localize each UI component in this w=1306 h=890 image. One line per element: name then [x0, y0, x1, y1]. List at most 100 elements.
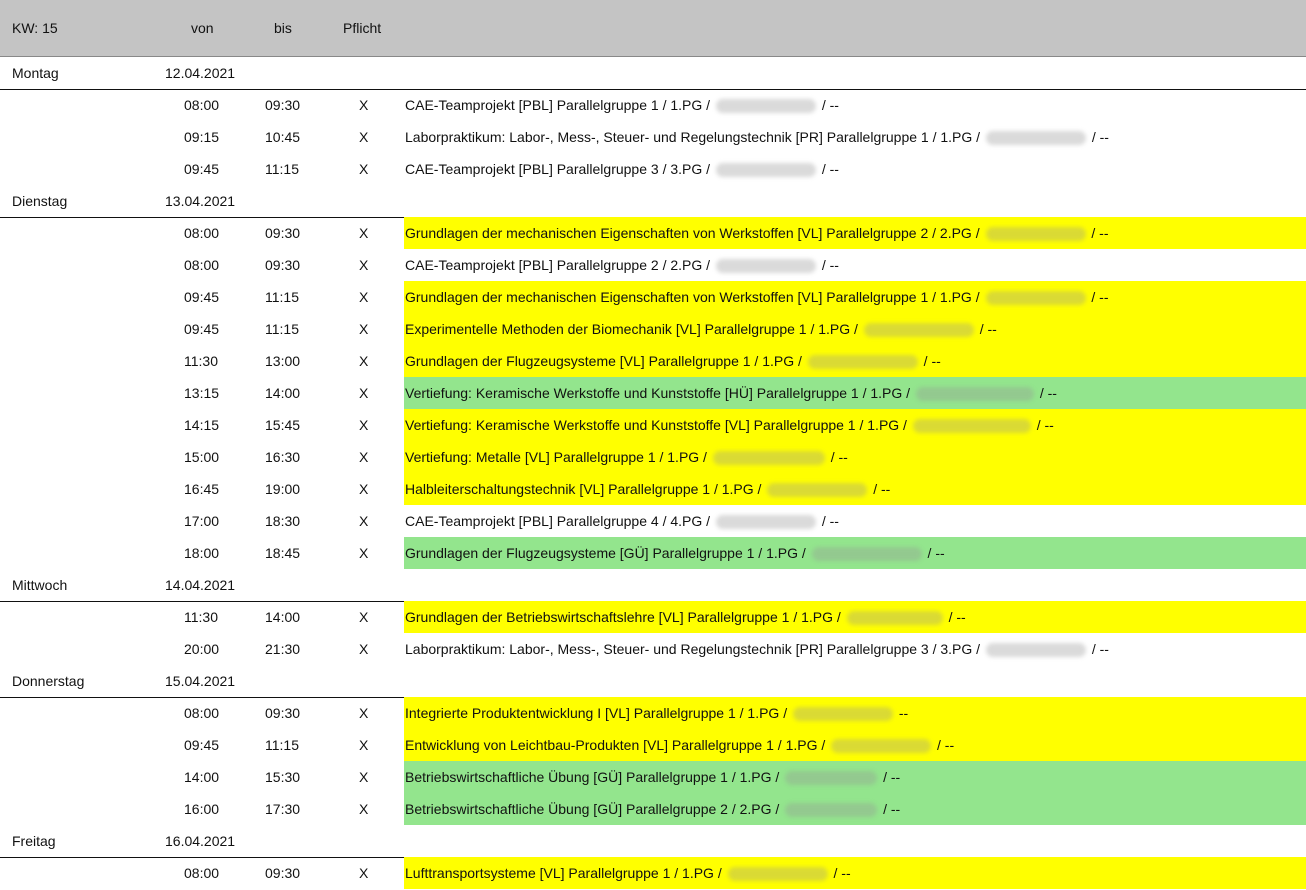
event-row: 11:30 14:00 X Grundlagen der Betriebswirtsc…	[0, 601, 1306, 633]
redacted-instructor-name	[985, 643, 1086, 658]
event-start-time: 17:00	[184, 513, 220, 529]
event-row: 18:00 18:45 X Grundlagen der Flugzeugsystem…	[0, 537, 1306, 569]
event-suffix: / --	[883, 769, 901, 785]
mandatory-mark: X	[359, 865, 369, 881]
event-end-time: 11:15	[265, 321, 299, 337]
event-description: Laborpraktikum: Labor-, Mess-, Steuer- u…	[404, 121, 1306, 153]
mandatory-mark: X	[359, 321, 369, 337]
event-start-time: 08:00	[184, 865, 220, 881]
day-name: Freitag	[12, 833, 56, 849]
event-start-time: 08:00	[184, 97, 220, 113]
mandatory-mark: X	[359, 769, 369, 785]
mandatory-mark: X	[359, 641, 369, 657]
event-start-time: 08:00	[184, 257, 220, 273]
event-start-time: 11:30	[184, 609, 218, 625]
event-suffix: / --	[1091, 129, 1109, 145]
event-suffix: / --	[927, 545, 945, 561]
event-description: Experimentelle Methoden der Biomechanik …	[404, 313, 1306, 345]
event-row: 08:00 09:30 X Lufttransportsysteme [VL] Par…	[0, 857, 1306, 889]
event-description: Vertiefung: Keramische Werkstoffe und Ku…	[404, 409, 1306, 441]
event-suffix: / --	[821, 161, 839, 177]
course-title: Betriebswirtschaftliche Übung [GÜ] Paral…	[405, 769, 780, 785]
mandatory-mark: X	[359, 353, 369, 369]
event-suffix: / --	[948, 609, 966, 625]
event-end-time: 11:15	[265, 289, 299, 305]
event-row: 09:15 10:45 X Laborpraktikum: Labor-, Mess-…	[0, 121, 1306, 153]
event-start-time: 09:15	[184, 129, 220, 145]
day-name: Donnerstag	[12, 673, 85, 689]
event-row: 17:00 18:30 X CAE-Teamprojekt [PBL] Paralle…	[0, 505, 1306, 537]
event-description: Grundlagen der Betriebswirtschaftslehre …	[404, 601, 1306, 633]
mandatory-mark: X	[359, 417, 369, 433]
event-end-time: 15:45	[265, 417, 301, 433]
redacted-instructor-name	[785, 803, 878, 818]
event-row: 15:00 16:30 X Vertiefung: Metalle [VL] Para…	[0, 441, 1306, 473]
event-row: 14:00 15:30 X Betriebswirtschaftliche Übung…	[0, 761, 1306, 793]
event-end-time: 13:00	[265, 353, 301, 369]
event-row: 14:15 15:45 X Vertiefung: Keramische Werkst…	[0, 409, 1306, 441]
redacted-instructor-name	[846, 611, 943, 626]
mandatory-mark: X	[359, 481, 369, 497]
redacted-instructor-name	[715, 259, 816, 274]
event-suffix: / --	[883, 801, 901, 817]
redacted-instructor-name	[985, 131, 1086, 146]
redacted-instructor-name	[715, 99, 816, 114]
course-title: Laborpraktikum: Labor-, Mess-, Steuer- u…	[405, 129, 981, 145]
day-row: Mittwoch 14.04.2021	[0, 569, 1306, 602]
event-end-time: 10:45	[265, 129, 301, 145]
course-title: Integrierte Produktentwicklung I [VL] Pa…	[405, 705, 788, 721]
course-title: Betriebswirtschaftliche Übung [GÜ] Paral…	[405, 801, 780, 817]
redacted-instructor-name	[727, 867, 828, 882]
event-suffix: / --	[1091, 641, 1109, 657]
mandatory-mark: X	[359, 161, 369, 177]
event-description: CAE-Teamprojekt [PBL] Parallelgruppe 4 /…	[404, 505, 1306, 537]
event-row: 09:45 11:15 X Experimentelle Methoden der B…	[0, 313, 1306, 345]
course-title: CAE-Teamprojekt [PBL] Parallelgruppe 1 /…	[405, 97, 711, 113]
event-suffix: / --	[833, 865, 851, 881]
event-start-time: 13:15	[184, 385, 220, 401]
event-row: 08:00 09:30 X Integrierte Produktentwicklun…	[0, 697, 1306, 729]
day-date: 16.04.2021	[165, 833, 236, 849]
event-suffix: / --	[821, 257, 839, 273]
mandatory-mark: X	[359, 545, 369, 561]
course-title: Entwicklung von Leichtbau-Produkten [VL]…	[405, 737, 826, 753]
column-header-from: von	[191, 20, 214, 36]
event-description: Grundlagen der mechanischen Eigenschafte…	[404, 281, 1306, 313]
event-end-time: 09:30	[265, 225, 301, 241]
event-description: CAE-Teamprojekt [PBL] Parallelgruppe 2 /…	[404, 249, 1306, 281]
mandatory-mark: X	[359, 801, 369, 817]
course-title: CAE-Teamprojekt [PBL] Parallelgruppe 2 /…	[405, 257, 711, 273]
event-description: Vertiefung: Keramische Werkstoffe und Ku…	[404, 377, 1306, 409]
mandatory-mark: X	[359, 289, 369, 305]
event-start-time: 14:00	[184, 769, 220, 785]
course-title: Lufttransportsysteme [VL] Parallelgruppe…	[405, 865, 722, 881]
day-name: Dienstag	[12, 193, 68, 209]
mandatory-mark: X	[359, 705, 369, 721]
week-label: KW: 15	[12, 20, 58, 36]
event-end-time: 16:30	[265, 449, 301, 465]
event-suffix: / --	[1036, 417, 1054, 433]
event-start-time: 16:00	[184, 801, 220, 817]
course-title: Grundlagen der mechanischen Eigenschafte…	[405, 289, 980, 305]
mandatory-mark: X	[359, 449, 369, 465]
event-start-time: 15:00	[184, 449, 220, 465]
redacted-instructor-name	[831, 739, 932, 754]
event-suffix: / --	[923, 353, 941, 369]
event-end-time: 09:30	[265, 865, 301, 881]
event-description: Betriebswirtschaftliche Übung [GÜ] Paral…	[404, 761, 1306, 793]
event-description: Grundlagen der Flugzeugsysteme [GÜ] Para…	[404, 537, 1306, 569]
event-row: 09:45 11:15 X Entwicklung von Leichtbau-Pro…	[0, 729, 1306, 761]
day-row: Donnerstag 15.04.2021	[0, 665, 1306, 698]
mandatory-mark: X	[359, 737, 369, 753]
course-title: Laborpraktikum: Labor-, Mess-, Steuer- u…	[405, 641, 981, 657]
day-date: 14.04.2021	[165, 577, 236, 593]
course-title: CAE-Teamprojekt [PBL] Parallelgruppe 4 /…	[405, 513, 711, 529]
day-name: Mittwoch	[12, 577, 68, 593]
event-start-time: 14:15	[184, 417, 220, 433]
event-row: 16:45 19:00 X Halbleiterschaltungstechnik […	[0, 473, 1306, 505]
mandatory-mark: X	[359, 97, 369, 113]
course-title: Vertiefung: Metalle [VL] Parallelgruppe …	[405, 449, 707, 465]
event-end-time: 21:30	[265, 641, 301, 657]
event-row: 08:00 09:30 X CAE-Teamprojekt [PBL] Paralle…	[0, 89, 1306, 121]
event-end-time: 15:30	[265, 769, 301, 785]
